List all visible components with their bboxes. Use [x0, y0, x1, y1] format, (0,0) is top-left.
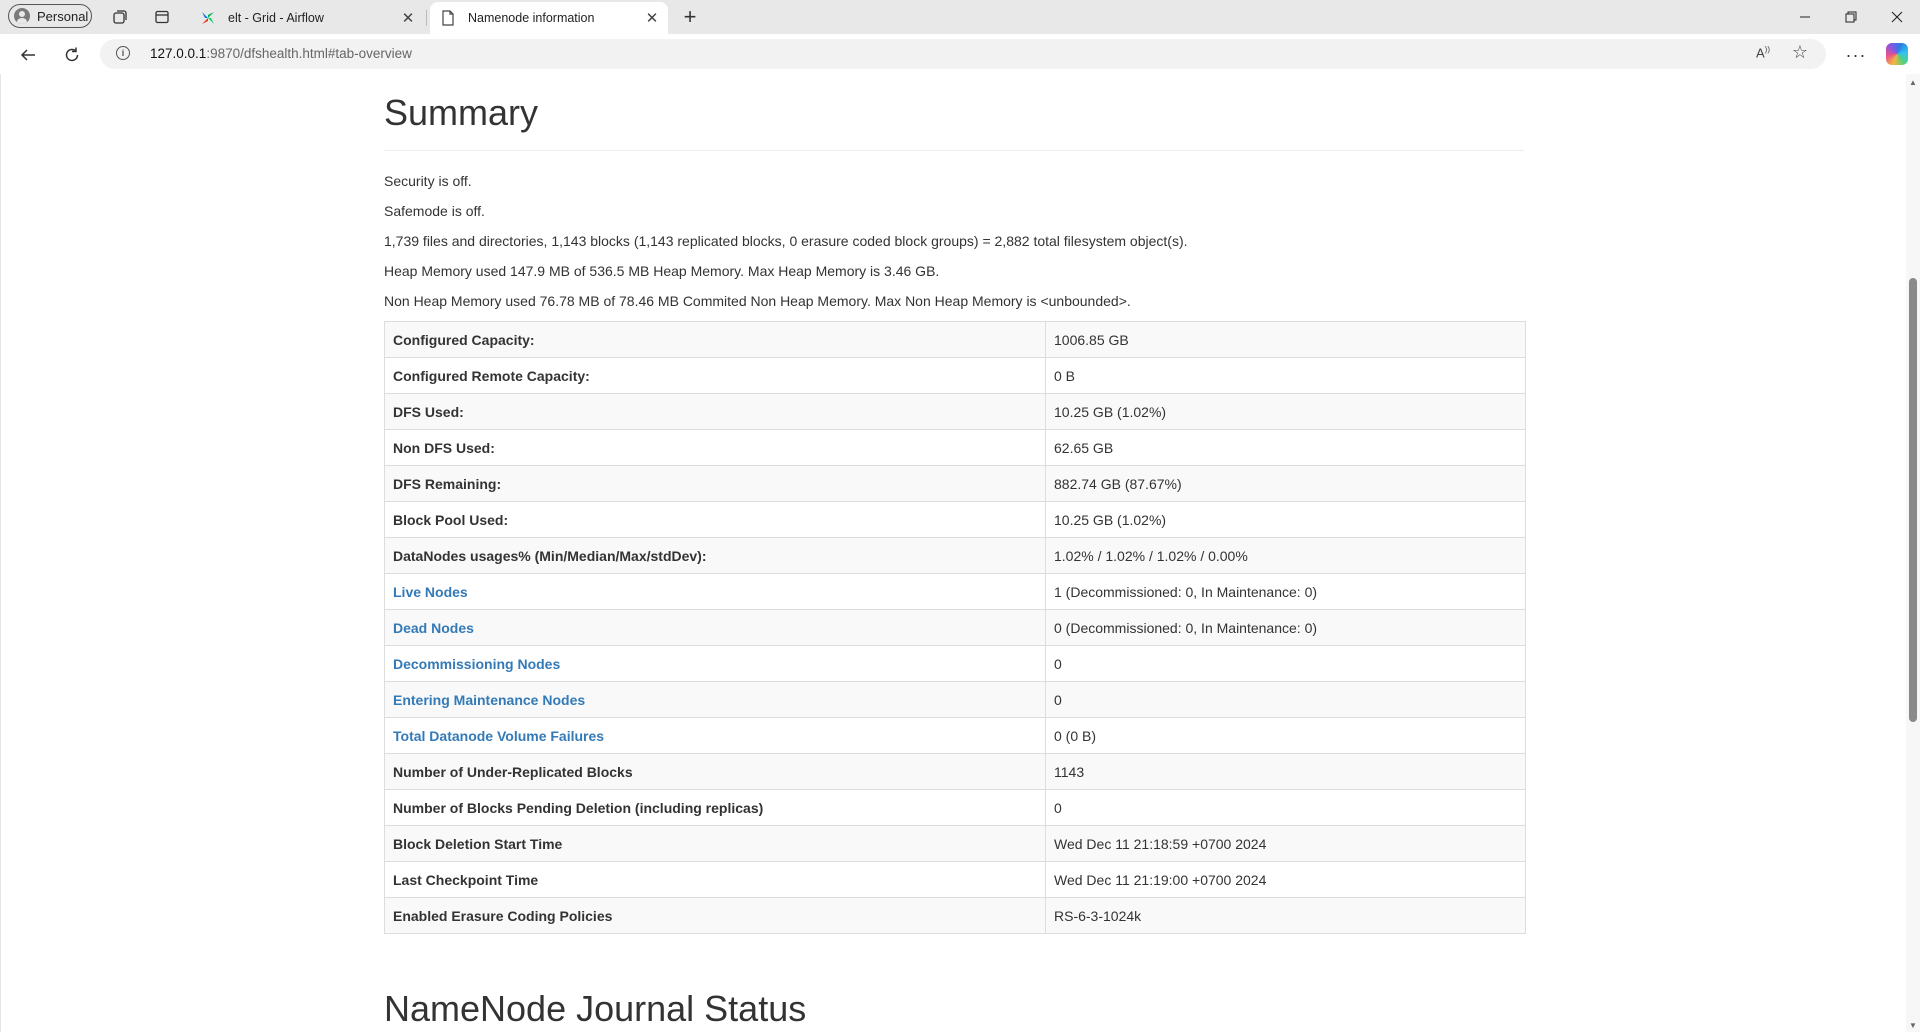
row-value: 1 (Decommissioned: 0, In Maintenance: 0)	[1045, 573, 1526, 610]
table-row: Last Checkpoint Time Wed Dec 11 21:19:00…	[384, 861, 1526, 898]
row-key: Block Pool Used:	[384, 501, 1046, 538]
table-row: Number of Under-Replicated Blocks 1143	[384, 753, 1526, 790]
table-row: Block Deletion Start Time Wed Dec 11 21:…	[384, 825, 1526, 862]
live-nodes-link[interactable]: Live Nodes	[393, 584, 468, 600]
row-key: Non DFS Used:	[384, 429, 1046, 466]
scrollbar-thumb[interactable]	[1909, 278, 1917, 722]
row-value: 1143	[1045, 753, 1526, 790]
row-value: 10.25 GB (1.02%)	[1045, 501, 1526, 538]
back-icon[interactable]	[14, 41, 42, 69]
read-aloud-icon[interactable]: A))	[1756, 45, 1770, 60]
table-row: Configured Capacity: 1006.85 GB	[384, 321, 1526, 358]
decommissioning-nodes-link[interactable]: Decommissioning Nodes	[393, 656, 560, 672]
row-value: 0	[1045, 681, 1526, 718]
profile-button[interactable]: Personal	[8, 4, 92, 28]
row-key: DFS Remaining:	[384, 465, 1046, 502]
tab-actions-icon[interactable]	[150, 5, 174, 29]
dead-nodes-link[interactable]: Dead Nodes	[393, 620, 474, 636]
table-row: Configured Remote Capacity: 0 B	[384, 357, 1526, 394]
row-key: Entering Maintenance Nodes	[384, 681, 1046, 718]
table-row: Number of Blocks Pending Deletion (inclu…	[384, 789, 1526, 826]
summary-table: Configured Capacity: 1006.85 GB Configur…	[384, 321, 1526, 934]
row-key: Last Checkpoint Time	[384, 861, 1046, 898]
url-text[interactable]: 127.0.0.1:9870/dfshealth.html#tab-overvi…	[150, 46, 412, 61]
airflow-favicon-icon	[200, 10, 216, 26]
heading-divider	[384, 150, 1524, 151]
table-row: Enabled Erasure Coding Policies RS-6-3-1…	[384, 897, 1526, 934]
row-key: Enabled Erasure Coding Policies	[384, 897, 1046, 934]
table-row: Dead Nodes 0 (Decommissioned: 0, In Main…	[384, 609, 1526, 646]
table-row: DFS Remaining: 882.74 GB (87.67%)	[384, 465, 1526, 502]
table-row: Entering Maintenance Nodes 0	[384, 681, 1526, 718]
row-key: Number of Blocks Pending Deletion (inclu…	[384, 789, 1046, 826]
row-key: Dead Nodes	[384, 609, 1046, 646]
workspaces-icon[interactable]	[108, 5, 132, 29]
row-value: Wed Dec 11 21:19:00 +0700 2024	[1045, 861, 1526, 898]
page-viewport: Summary Security is off. Safemode is off…	[0, 74, 1907, 1032]
row-value: 0	[1045, 645, 1526, 682]
row-key: Block Deletion Start Time	[384, 825, 1046, 862]
security-status: Security is off.	[384, 173, 472, 189]
row-key: DataNodes usages% (Min/Median/Max/stdDev…	[384, 537, 1046, 574]
row-value: 1.02% / 1.02% / 1.02% / 0.00%	[1045, 537, 1526, 574]
address-bar[interactable]: i 127.0.0.1:9870/dfshealth.html#tab-over…	[100, 39, 1826, 69]
row-value: 62.65 GB	[1045, 429, 1526, 466]
row-key: Total Datanode Volume Failures	[384, 717, 1046, 754]
more-options-icon[interactable]: ···	[1842, 41, 1870, 69]
tab-airflow[interactable]: elt - Grid - Airflow ✕	[190, 2, 424, 34]
table-row: Total Datanode Volume Failures 0 (0 B)	[384, 717, 1526, 754]
row-value: RS-6-3-1024k	[1045, 897, 1526, 934]
table-row: Block Pool Used: 10.25 GB (1.02%)	[384, 501, 1526, 538]
journal-status-heading: NameNode Journal Status	[384, 988, 807, 1029]
row-key: Number of Under-Replicated Blocks	[384, 753, 1046, 790]
row-value: 0 (0 B)	[1045, 717, 1526, 754]
close-tab-icon[interactable]: ✕	[642, 8, 662, 28]
filesystem-objects: 1,739 files and directories, 1,143 block…	[384, 233, 1188, 249]
close-tab-icon[interactable]: ✕	[398, 8, 418, 28]
nonheap-memory: Non Heap Memory used 76.78 MB of 78.46 M…	[384, 293, 1131, 309]
copilot-icon[interactable]	[1886, 43, 1908, 65]
row-value: 0 (Decommissioned: 0, In Maintenance: 0)	[1045, 609, 1526, 646]
summary-heading: Summary	[384, 92, 539, 133]
tab-separator	[426, 10, 427, 26]
page-favicon-icon	[440, 10, 456, 26]
row-value: 10.25 GB (1.02%)	[1045, 393, 1526, 430]
row-value: 0	[1045, 789, 1526, 826]
row-key: DFS Used:	[384, 393, 1046, 430]
table-row: Live Nodes 1 (Decommissioned: 0, In Main…	[384, 573, 1526, 610]
profile-avatar-icon	[14, 8, 30, 24]
row-value: 1006.85 GB	[1045, 321, 1526, 358]
scroll-down-icon[interactable]: ▼	[1909, 1021, 1917, 1030]
tab-namenode[interactable]: Namenode information ✕	[430, 2, 668, 34]
restore-icon[interactable]	[1828, 0, 1874, 34]
volume-failures-link[interactable]: Total Datanode Volume Failures	[393, 728, 604, 744]
row-key: Configured Capacity:	[384, 321, 1046, 358]
favorite-star-icon[interactable]: ☆	[1792, 42, 1808, 63]
scroll-up-icon[interactable]: ▲	[1909, 78, 1917, 87]
new-tab-icon[interactable]: +	[678, 4, 702, 29]
safemode-status: Safemode is off.	[384, 203, 485, 219]
close-window-icon[interactable]	[1874, 0, 1920, 34]
minimize-icon[interactable]	[1782, 0, 1828, 34]
table-row: DFS Used: 10.25 GB (1.02%)	[384, 393, 1526, 430]
table-row: Non DFS Used: 62.65 GB	[384, 429, 1526, 466]
tab-title: Namenode information	[468, 11, 595, 25]
row-value: 882.74 GB (87.67%)	[1045, 465, 1526, 502]
table-row: Decommissioning Nodes 0	[384, 645, 1526, 682]
page-scrollbar[interactable]: ▲ ▼	[1906, 74, 1920, 1032]
row-value: Wed Dec 11 21:18:59 +0700 2024	[1045, 825, 1526, 862]
row-key: Decommissioning Nodes	[384, 645, 1046, 682]
tab-title: elt - Grid - Airflow	[228, 11, 324, 25]
profile-label: Personal	[37, 8, 89, 24]
row-value: 0 B	[1045, 357, 1526, 394]
site-info-icon[interactable]: i	[116, 46, 130, 60]
heap-memory: Heap Memory used 147.9 MB of 536.5 MB He…	[384, 263, 940, 279]
browser-tab-bar: Personal elt - Grid - Airflow ✕ Namenode…	[0, 0, 1920, 34]
row-key: Live Nodes	[384, 573, 1046, 610]
row-key: Configured Remote Capacity:	[384, 357, 1046, 394]
browser-nav-bar: i 127.0.0.1:9870/dfshealth.html#tab-over…	[0, 34, 1920, 74]
entering-maintenance-nodes-link[interactable]: Entering Maintenance Nodes	[393, 692, 585, 708]
table-row: DataNodes usages% (Min/Median/Max/stdDev…	[384, 537, 1526, 574]
refresh-icon[interactable]	[58, 41, 86, 69]
